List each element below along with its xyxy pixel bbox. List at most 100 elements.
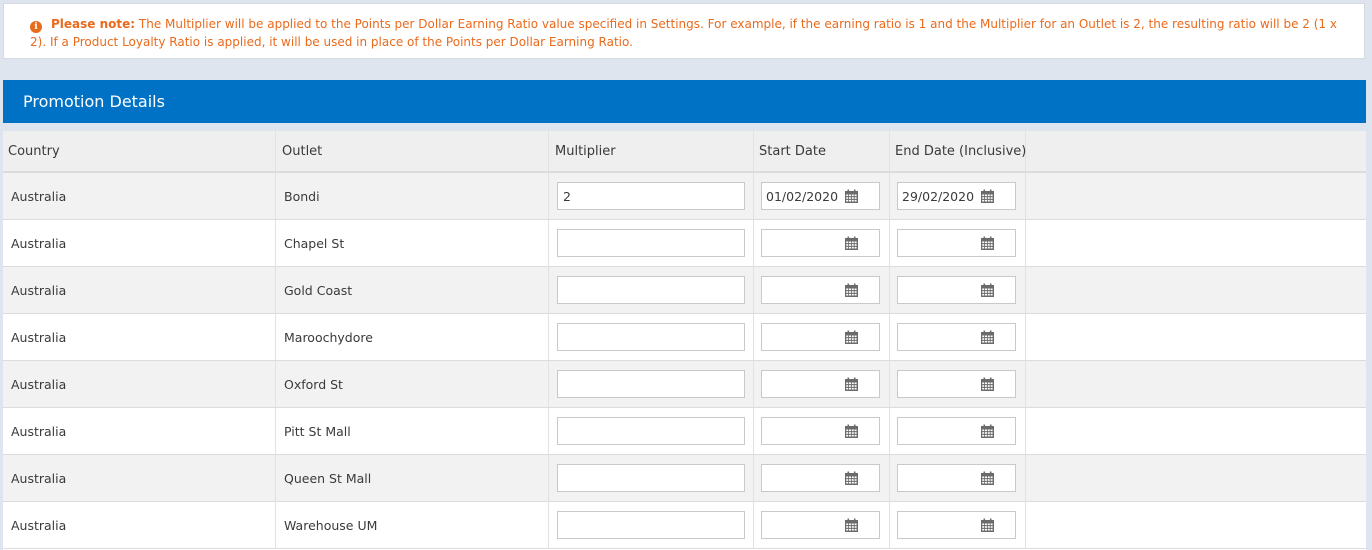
country-cell: Australia <box>3 314 276 360</box>
country-value: Australia <box>11 188 67 204</box>
table-row: Australia Warehouse UM <box>3 502 1366 549</box>
table-row: Australia Gold Coast <box>3 267 1366 314</box>
end-date-input[interactable] <box>897 229 1016 257</box>
calendar-icon[interactable] <box>980 518 995 533</box>
start-date-cell <box>754 455 890 501</box>
end-date-input[interactable]: 29/02/2020 <box>897 182 1016 210</box>
start-date-cell <box>754 361 890 407</box>
column-header-country[interactable]: Country <box>3 131 276 171</box>
start-date-input[interactable] <box>761 229 880 257</box>
info-icon: i <box>30 21 42 33</box>
multiplier-cell <box>549 314 754 360</box>
country-value: Australia <box>11 235 67 251</box>
column-header-end-date[interactable]: End Date (Inclusive) <box>890 131 1026 171</box>
end-date-cell <box>890 502 1026 548</box>
column-header-outlet[interactable]: Outlet <box>276 131 549 171</box>
multiplier-input[interactable] <box>557 323 745 351</box>
promotion-table: Country Outlet Multiplier Start Date End… <box>3 131 1366 550</box>
start-date-input[interactable] <box>761 370 880 398</box>
start-date-cell <box>754 267 890 313</box>
end-date-input[interactable] <box>897 276 1016 304</box>
calendar-icon[interactable] <box>980 189 995 204</box>
outlet-value: Oxford St <box>284 376 343 392</box>
outlet-cell: Maroochydore <box>276 314 549 360</box>
start-date-cell <box>754 502 890 548</box>
end-date-cell <box>890 361 1026 407</box>
start-date-input[interactable] <box>761 464 880 492</box>
multiplier-input[interactable] <box>557 417 745 445</box>
section-header: Promotion Details <box>3 80 1366 123</box>
multiplier-input[interactable] <box>557 182 745 210</box>
calendar-icon[interactable] <box>980 330 995 345</box>
multiplier-cell <box>549 455 754 501</box>
country-value: Australia <box>11 376 67 392</box>
multiplier-input[interactable] <box>557 276 745 304</box>
outlet-value: Chapel St <box>284 235 345 251</box>
calendar-icon[interactable] <box>844 377 859 392</box>
calendar-icon[interactable] <box>844 283 859 298</box>
calendar-icon[interactable] <box>844 189 859 204</box>
country-value: Australia <box>11 282 67 298</box>
country-value: Australia <box>11 329 67 345</box>
end-date-cell <box>890 408 1026 454</box>
end-date-cell <box>890 267 1026 313</box>
table-row: Australia Oxford St <box>3 361 1366 408</box>
calendar-icon[interactable] <box>844 518 859 533</box>
multiplier-input[interactable] <box>557 229 745 257</box>
multiplier-input[interactable] <box>557 370 745 398</box>
end-date-cell <box>890 314 1026 360</box>
calendar-icon[interactable] <box>844 424 859 439</box>
calendar-icon[interactable] <box>844 236 859 251</box>
outlet-cell: Pitt St Mall <box>276 408 549 454</box>
outlet-cell: Queen St Mall <box>276 455 549 501</box>
start-date-input[interactable] <box>761 276 880 304</box>
table-row: Australia Pitt St Mall <box>3 408 1366 455</box>
row-filler <box>1026 455 1366 501</box>
column-header-start-date[interactable]: Start Date <box>754 131 890 171</box>
calendar-icon[interactable] <box>980 236 995 251</box>
end-date-input[interactable] <box>897 417 1016 445</box>
note-label: Please note: <box>51 17 136 31</box>
start-date-input[interactable] <box>761 323 880 351</box>
start-date-cell <box>754 220 890 266</box>
outlet-cell: Warehouse UM <box>276 502 549 548</box>
table-body: Australia Bondi 01/02/2020 <box>3 173 1366 549</box>
start-date-input[interactable] <box>761 511 880 539</box>
country-cell: Australia <box>3 267 276 313</box>
outlet-cell: Gold Coast <box>276 267 549 313</box>
start-date-cell <box>754 408 890 454</box>
end-date-input[interactable] <box>897 323 1016 351</box>
end-date-cell <box>890 220 1026 266</box>
outlet-cell: Chapel St <box>276 220 549 266</box>
end-date-input[interactable] <box>897 464 1016 492</box>
table-row: Australia Chapel St <box>3 220 1366 267</box>
country-value: Australia <box>11 517 67 533</box>
column-header-filler <box>1026 131 1366 171</box>
start-date-cell: 01/02/2020 <box>754 173 890 219</box>
calendar-icon[interactable] <box>980 424 995 439</box>
multiplier-cell <box>549 408 754 454</box>
start-date-cell <box>754 314 890 360</box>
multiplier-input[interactable] <box>557 464 745 492</box>
outlet-value: Warehouse UM <box>284 517 378 533</box>
start-date-value: 01/02/2020 <box>766 188 839 204</box>
end-date-cell <box>890 455 1026 501</box>
end-date-input[interactable] <box>897 370 1016 398</box>
multiplier-cell <box>549 502 754 548</box>
calendar-icon[interactable] <box>980 283 995 298</box>
calendar-icon[interactable] <box>980 377 995 392</box>
calendar-icon[interactable] <box>844 471 859 486</box>
end-date-cell: 29/02/2020 <box>890 173 1026 219</box>
multiplier-input[interactable] <box>557 511 745 539</box>
row-filler <box>1026 502 1366 548</box>
start-date-input[interactable] <box>761 417 880 445</box>
calendar-icon[interactable] <box>844 330 859 345</box>
column-header-multiplier[interactable]: Multiplier <box>549 131 754 171</box>
calendar-icon[interactable] <box>980 471 995 486</box>
table-row: Australia Queen St Mall <box>3 455 1366 502</box>
end-date-input[interactable] <box>897 511 1016 539</box>
start-date-input[interactable]: 01/02/2020 <box>761 182 880 210</box>
country-cell: Australia <box>3 220 276 266</box>
outlet-value: Maroochydore <box>284 329 373 345</box>
note-text: The Multiplier will be applied to the Po… <box>30 17 1337 49</box>
